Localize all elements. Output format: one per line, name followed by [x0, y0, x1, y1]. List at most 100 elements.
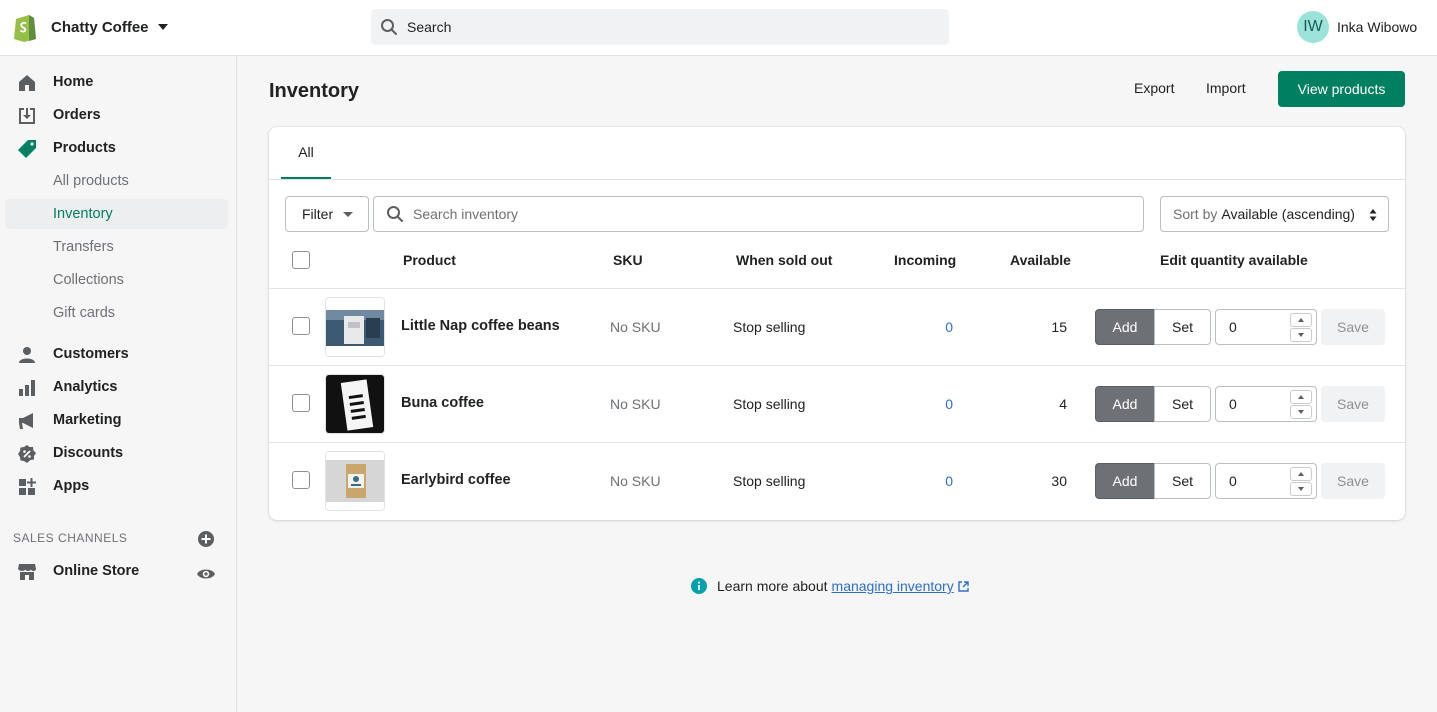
incoming-link[interactable]: 0 [913, 473, 953, 489]
available-value: 30 [1051, 473, 1067, 489]
sidebar-item-label: Customers [53, 346, 129, 362]
row-checkbox[interactable] [292, 394, 310, 412]
sidebar-item-apps[interactable]: Apps [5, 471, 228, 501]
incoming-link[interactable]: 0 [913, 319, 953, 335]
column-header-product: Product [403, 252, 456, 268]
store-icon [18, 564, 36, 580]
sort-select[interactable]: Sort by Available (ascending) [1160, 196, 1389, 232]
product-name[interactable]: Little Nap coffee beans [401, 318, 560, 334]
sidebar-item-label: Home [53, 74, 94, 90]
when-sold-out-value: Stop selling [733, 319, 806, 335]
increment-icon[interactable] [1290, 467, 1312, 481]
sidebar-item-label: Marketing [53, 412, 122, 428]
sidebar-item-gift-cards[interactable]: Gift cards [5, 298, 228, 328]
sidebar-item-transfers[interactable]: Transfers [5, 232, 228, 262]
sidebar-item-online-store[interactable]: Online Store [5, 556, 228, 586]
incoming-link[interactable]: 0 [913, 396, 953, 412]
sidebar-item-label: Online Store [53, 563, 140, 579]
sidebar-item-label: Collections [53, 272, 124, 288]
column-header-sku: SKU [613, 252, 643, 268]
increment-icon[interactable] [1290, 313, 1312, 327]
filter-button[interactable]: Filter [285, 196, 369, 232]
sort-value: Available (ascending) [1221, 206, 1355, 222]
global-search-input[interactable]: Search [371, 9, 949, 45]
product-thumbnail[interactable] [325, 297, 385, 357]
available-value: 4 [1059, 396, 1067, 412]
sidebar-item-collections[interactable]: Collections [5, 265, 228, 295]
set-quantity-button[interactable]: Set [1154, 309, 1211, 345]
decrement-icon[interactable] [1290, 482, 1312, 496]
product-image-earlybird [326, 452, 384, 510]
set-quantity-button[interactable]: Set [1154, 386, 1211, 422]
sidebar-item-orders[interactable]: Orders [5, 100, 228, 130]
add-quantity-button[interactable]: Add [1095, 386, 1155, 422]
eye-icon[interactable] [196, 564, 216, 584]
product-image-little-nap [326, 298, 384, 356]
decrement-icon[interactable] [1290, 405, 1312, 419]
save-button[interactable]: Save [1321, 463, 1385, 499]
select-all-checkbox[interactable] [292, 251, 310, 269]
quantity-value: 0 [1229, 319, 1237, 335]
save-button[interactable]: Save [1321, 309, 1385, 345]
decrement-icon[interactable] [1290, 328, 1312, 342]
sidebar-item-home[interactable]: Home [5, 67, 228, 97]
row-divider [269, 442, 1405, 443]
sidebar-item-analytics[interactable]: Analytics [5, 372, 228, 402]
search-icon [387, 206, 403, 222]
sidebar-item-label: Inventory [53, 206, 113, 222]
product-thumbnail[interactable] [325, 374, 385, 434]
product-name[interactable]: Earlybird coffee [401, 472, 511, 488]
quantity-value: 0 [1229, 473, 1237, 489]
external-link-icon[interactable] [958, 580, 969, 592]
sidebar-item-inventory[interactable]: Inventory [5, 199, 228, 229]
column-header-when-sold-out: When sold out [736, 252, 833, 268]
select-arrows-icon [1369, 209, 1377, 221]
quantity-stepper[interactable]: 0 [1215, 309, 1317, 345]
sidebar: Home Orders Products All products Invent… [0, 56, 237, 712]
sidebar-item-label: Orders [53, 107, 101, 123]
info-icon [691, 578, 707, 594]
sidebar-item-all-products[interactable]: All products [5, 166, 228, 196]
inventory-search-input[interactable]: Search inventory [373, 196, 1144, 232]
when-sold-out-value: Stop selling [733, 473, 806, 489]
import-button[interactable]: Import [1206, 80, 1246, 96]
orders-icon [19, 108, 35, 124]
tab-all[interactable]: All [281, 127, 331, 180]
sidebar-item-label: All products [53, 173, 129, 189]
sidebar-item-label: Transfers [53, 239, 114, 255]
sidebar-item-discounts[interactable]: Discounts [5, 438, 228, 468]
set-quantity-button[interactable]: Set [1154, 463, 1211, 499]
product-name[interactable]: Buna coffee [401, 395, 484, 411]
column-header-incoming: Incoming [894, 252, 957, 268]
caret-down-icon [343, 211, 354, 217]
save-button[interactable]: Save [1321, 386, 1385, 422]
increment-icon[interactable] [1290, 390, 1312, 404]
sidebar-item-customers[interactable]: Customers [5, 339, 228, 369]
sidebar-item-marketing[interactable]: Marketing [5, 405, 228, 435]
row-checkbox[interactable] [292, 317, 310, 335]
page-title: Inventory [269, 80, 360, 102]
sort-prefix: Sort by [1173, 206, 1218, 222]
column-header-available: Available [1010, 252, 1071, 268]
help-footer: Learn more about managing inventory [691, 578, 969, 594]
megaphone-icon [19, 413, 33, 429]
add-circle-icon[interactable] [197, 530, 215, 548]
view-products-button[interactable]: View products [1278, 71, 1405, 107]
quantity-stepper[interactable]: 0 [1215, 386, 1317, 422]
store-switcher[interactable]: Chatty Coffee [12, 12, 168, 42]
user-name: Inka Wibowo [1337, 19, 1418, 35]
add-quantity-button[interactable]: Add [1095, 463, 1155, 499]
store-name: Chatty Coffee [51, 18, 149, 36]
sidebar-item-label: Analytics [53, 379, 118, 395]
sidebar-item-products[interactable]: Products [5, 133, 228, 163]
product-thumbnail[interactable] [325, 451, 385, 511]
add-quantity-button[interactable]: Add [1095, 309, 1155, 345]
export-button[interactable]: Export [1134, 80, 1174, 96]
quantity-stepper[interactable]: 0 [1215, 463, 1317, 499]
row-checkbox[interactable] [292, 471, 310, 489]
top-bar: Chatty Coffee Search IW Inka Wibowo [0, 0, 1437, 56]
search-placeholder: Search [407, 19, 452, 35]
managing-inventory-link[interactable]: managing inventory [832, 578, 954, 594]
user-menu[interactable]: IW Inka Wibowo [1297, 11, 1417, 43]
sales-channels-heading: SALES CHANNELS [13, 531, 128, 545]
